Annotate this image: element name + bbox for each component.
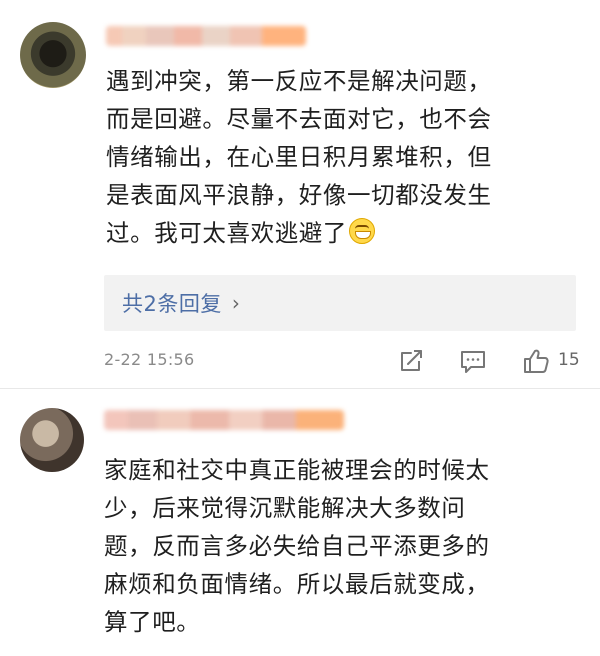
comment-body: 遇到冲突，第一反应不是解决问题， 而是回避。尽量不去面对它，也不会 情绪输出，在… (106, 67, 492, 247)
avatar[interactable] (20, 408, 84, 472)
share-icon[interactable] (394, 344, 428, 378)
like-icon[interactable] (519, 344, 553, 378)
chevron-right-icon: › (231, 291, 241, 315)
avatar[interactable] (20, 22, 86, 88)
comment-timestamp: 2-22 15:56 (104, 350, 195, 369)
username-blurred[interactable] (106, 26, 306, 46)
comment-text: 遇到冲突，第一反应不是解决问题， 而是回避。尽量不去面对它，也不会 情绪输出，在… (106, 62, 576, 252)
username-blurred[interactable] (104, 410, 344, 430)
comment-text: 家庭和社交中真正能被理会的时候太 少，后来觉得沉默能解决大多数问 题，反而言多必… (104, 456, 490, 636)
comment-icon[interactable] (456, 344, 490, 378)
divider (0, 388, 600, 389)
replies-label: 共2条回复 (122, 292, 222, 316)
view-replies-link[interactable]: 共2条回复 › (122, 288, 240, 318)
reply-box[interactable]: 共2条回复 › (104, 275, 576, 331)
like-count: 15 (558, 350, 580, 370)
grinning-emoji-icon (349, 218, 375, 244)
